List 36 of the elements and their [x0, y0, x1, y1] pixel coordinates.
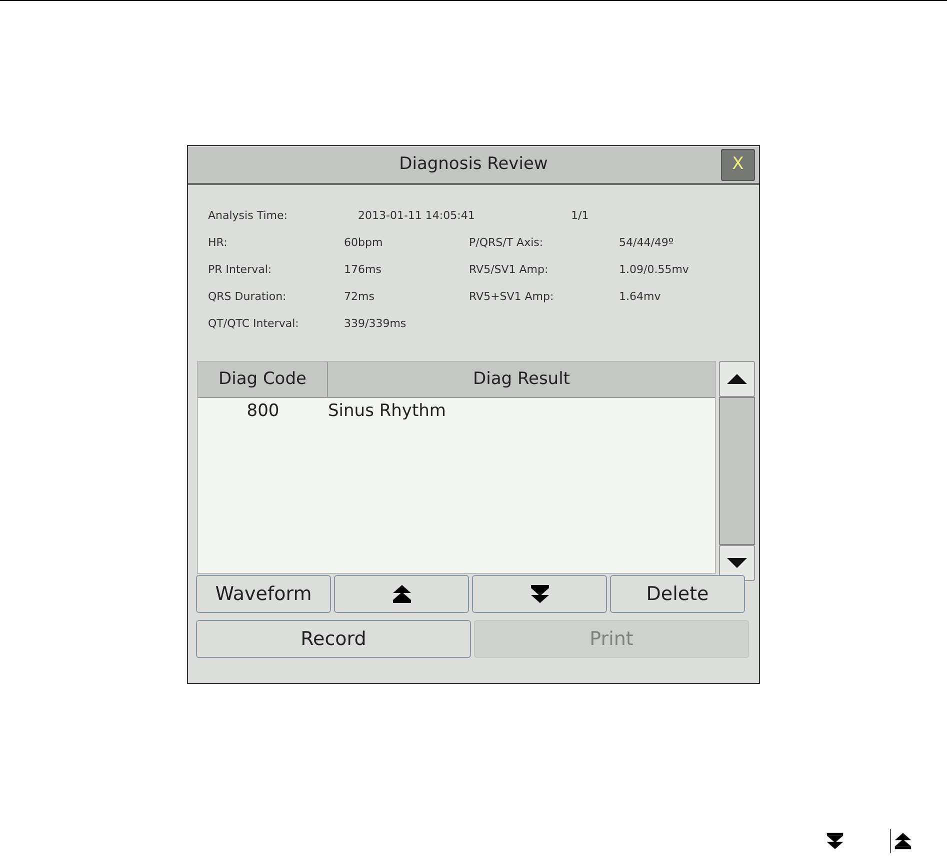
double-up-arrow-icon [392, 584, 412, 604]
info-value: 2013-01-11 14:05:41 [357, 208, 476, 224]
dialog-button[interactable]: Waveform [196, 575, 331, 613]
down-triangle-icon [727, 558, 747, 568]
scroll-up-button[interactable] [719, 361, 755, 397]
double-up-arrow-icon [894, 832, 912, 850]
info-label: RV5+SV1 Amp: [469, 288, 555, 305]
table-cell-text: Sinus Rhythm [328, 400, 446, 424]
page-up-button[interactable] [334, 575, 469, 613]
dialog-button[interactable]: Delete [610, 575, 745, 613]
double-down-arrow-icon [530, 584, 550, 604]
info-label: QT/QTC Interval: [208, 316, 300, 332]
info-value: 339/339ms [344, 316, 408, 332]
window-title: Diagnosis Review [399, 153, 548, 176]
info-label: QRS Duration: [208, 288, 288, 305]
info-label: RV5/SV1 Amp: [469, 262, 550, 278]
info-label: P/QRS/T Axis: [469, 234, 544, 251]
info-value: 1.09/0.55mv [619, 262, 689, 278]
info-label: HR: [208, 234, 228, 251]
dialog-button[interactable]: Record [196, 620, 471, 658]
scroll-thumb[interactable] [719, 397, 755, 545]
up-triangle-icon [727, 374, 747, 384]
double-down-arrow-icon [826, 832, 844, 850]
column-header: Diag Result [472, 368, 571, 391]
info-label: Analysis Time: [208, 208, 288, 224]
info-label: PR Interval: [208, 262, 273, 278]
info-value: 60bpm [344, 234, 384, 251]
table-cell-text: 800 [246, 400, 280, 424]
info-value: 54/44/49º [619, 234, 674, 251]
info-value: 176ms [344, 262, 382, 278]
info-value: 1.64mv [619, 288, 661, 305]
close-button[interactable]: X [721, 149, 755, 181]
column-header: Diag Code [198, 362, 328, 397]
page-indicator: 1/1 [571, 208, 589, 224]
page-down-button[interactable] [472, 575, 607, 613]
info-value: 72ms [344, 288, 376, 305]
